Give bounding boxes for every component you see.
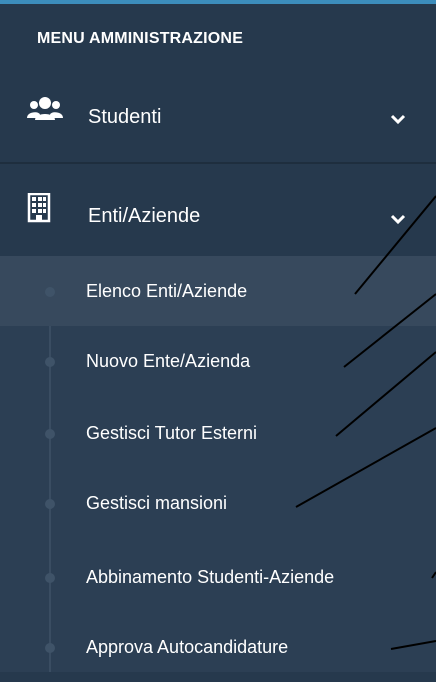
bullet-icon (45, 429, 55, 439)
menu-header: MENU AMMINISTRAZIONE (37, 30, 244, 47)
bullet-icon (45, 643, 55, 653)
submenu-item-nuovo-ente-azienda[interactable]: Nuovo Ente/Azienda (0, 326, 436, 396)
building-icon (27, 192, 53, 229)
users-icon (27, 94, 63, 132)
submenu-item-label: Elenco Enti/Aziende (86, 281, 248, 301)
submenu-item-label: Abbinamento Studenti-Aziende (86, 567, 335, 587)
bullet-icon (45, 573, 55, 583)
sidebar-item-enti-aziende[interactable]: Enti/Aziende (0, 164, 436, 256)
sidebar-item-label: Studenti (88, 106, 162, 128)
submenu-item-label: Approva Autocandidature (86, 637, 289, 657)
bullet-icon (45, 287, 55, 297)
submenu-item-gestisci-mansioni[interactable]: Gestisci mansioni (0, 468, 436, 538)
bullet-icon (45, 357, 55, 367)
submenu-item-abbinamento-studenti-aziende[interactable]: Abbinamento Studenti-Aziende (0, 542, 436, 612)
submenu-item-label: Gestisci Tutor Esterni (86, 423, 258, 443)
sidebar-item-studenti[interactable]: Studenti (0, 76, 436, 162)
sidebar-item-label: Enti/Aziende (88, 205, 201, 227)
submenu-item-label: Gestisci mansioni (86, 493, 228, 513)
submenu-item-elenco-enti-aziende[interactable]: Elenco Enti/Aziende (0, 256, 436, 326)
bullet-icon (45, 499, 55, 509)
chevron-down-icon[interactable] (390, 208, 406, 231)
chevron-down-icon[interactable] (390, 108, 406, 131)
submenu-item-label: Nuovo Ente/Azienda (86, 351, 251, 371)
submenu-item-gestisci-tutor-esterni[interactable]: Gestisci Tutor Esterni (0, 398, 436, 468)
